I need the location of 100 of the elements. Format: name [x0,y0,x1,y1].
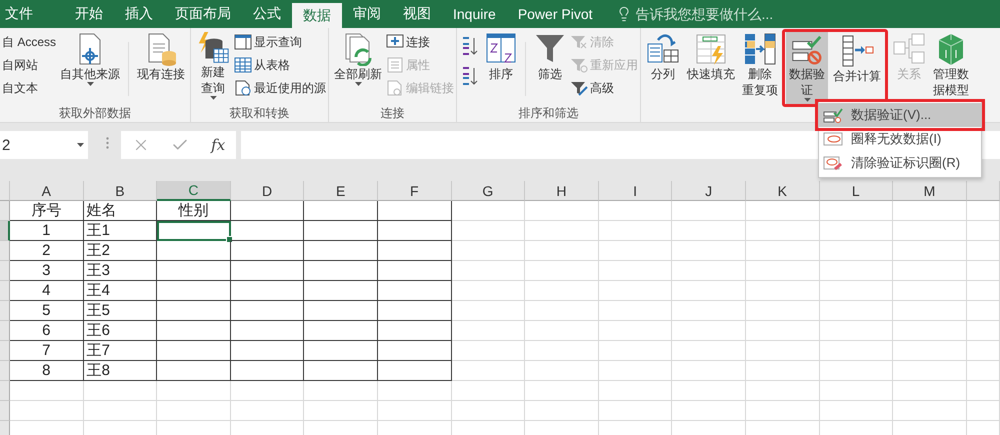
table-cell[interactable] [304,361,378,381]
table-cell[interactable]: 王2 [84,241,158,261]
ribbon-small-button[interactable]: 最近使用的源 [234,77,326,99]
column-header[interactable]: E [304,181,378,201]
table-cell[interactable] [304,261,378,281]
table-cell[interactable]: 王4 [84,281,158,301]
row-header[interactable] [0,321,10,341]
table-cell[interactable] [157,321,231,341]
table-cell[interactable] [304,341,378,361]
table-cell[interactable] [378,301,452,321]
ribbon-tab[interactable]: 公式 [242,0,292,28]
ribbon-small-button[interactable]: 高级 [570,77,638,99]
ribbon-small-button[interactable]: 自 Access [2,31,56,53]
ribbon-button[interactable]: 数据验 证 [786,32,828,104]
table-cell[interactable] [230,321,304,341]
column-header[interactable]: D [230,181,304,201]
ribbon-small-button[interactable]: 从表格 [234,54,326,76]
table-cell[interactable]: 4 [10,281,84,301]
menu-item[interactable]: 数据验证(V)... [819,103,981,127]
name-box-field[interactable]: 2 [0,131,88,159]
table-cell[interactable] [304,301,378,321]
table-cell[interactable] [378,341,452,361]
table-cell[interactable] [157,341,231,361]
name-box-input[interactable]: 2 [2,136,42,154]
row-header[interactable] [0,421,10,435]
table-cell[interactable]: 6 [10,321,84,341]
ribbon-tab[interactable]: 数据 [292,3,342,28]
ribbon-button[interactable]: 排序 [482,30,520,102]
table-cell[interactable]: 序号 [10,201,84,221]
row-header[interactable] [0,281,10,301]
table-cell[interactable] [230,361,304,381]
column-header[interactable]: J [672,181,746,201]
table-cell[interactable]: 5 [10,301,84,321]
table-cell[interactable] [230,341,304,361]
ribbon-button[interactable]: 分列 [643,30,684,102]
column-header[interactable]: I [598,181,672,201]
row-header[interactable] [0,261,10,281]
ribbon-button[interactable]: 删除 重复项 [739,30,782,102]
insert-function-button[interactable]: fx [211,136,226,154]
column-header[interactable]: G [452,181,526,201]
table-cell[interactable]: 王8 [84,361,158,381]
ribbon-button[interactable]: 管理数 据模型 [930,30,972,102]
ribbon-button[interactable]: 快速填充 [684,30,738,102]
table-cell[interactable]: 1 [10,221,84,241]
table-cell[interactable]: 王5 [84,301,158,321]
ribbon-tab[interactable]: Power Pivot [506,0,604,28]
ribbon-small-button[interactable]: 显示查询 [234,31,326,53]
row-header[interactable] [0,241,10,261]
menu-item[interactable]: 圈释无效数据(I) [819,127,981,151]
tell-me-field[interactable]: 告诉我您想要做什么... [636,6,806,22]
row-header[interactable] [0,361,10,381]
table-cell[interactable] [304,281,378,301]
table-cell[interactable] [157,361,231,381]
table-cell[interactable] [304,201,378,221]
column-header[interactable]: M [893,181,967,201]
table-cell[interactable] [304,321,378,341]
column-header[interactable]: F [378,181,452,201]
table-cell[interactable] [378,281,452,301]
table-cell[interactable] [157,281,231,301]
row-header[interactable] [0,401,10,421]
table-cell[interactable] [157,261,231,281]
ribbon-tab[interactable]: 页面布局 [164,0,242,28]
column-header[interactable]: C [157,181,231,201]
row-header[interactable] [0,201,10,221]
table-cell[interactable]: 王1 [84,221,158,241]
ribbon-button[interactable]: 合并计算 [830,32,884,104]
table-cell[interactable] [230,241,304,261]
table-cell[interactable] [378,321,452,341]
row-header[interactable] [0,341,10,361]
table-cell[interactable] [378,361,452,381]
table-cell[interactable] [304,221,378,241]
ribbon-button[interactable]: 新建 查询 [193,30,234,102]
table-cell[interactable] [378,201,452,221]
ribbon-tab[interactable]: 文件 [0,0,44,28]
ribbon-button[interactable]: 全部刷新 [331,30,386,102]
ribbon-small-button[interactable]: 连接 [386,31,454,53]
select-all-corner[interactable] [0,181,10,201]
table-cell[interactable] [157,301,231,321]
table-cell[interactable] [157,241,231,261]
ribbon-button[interactable]: 筛选 [531,30,570,102]
row-header[interactable] [0,381,10,401]
table-cell[interactable] [230,221,304,241]
ribbon-tab[interactable]: 开始 [64,0,114,28]
ribbon-tab[interactable]: Inquire [442,0,507,28]
column-header[interactable] [966,181,1000,201]
ribbon-tab[interactable]: 视图 [392,0,442,28]
table-cell[interactable] [230,201,304,221]
table-cell[interactable]: 姓名 [84,201,158,221]
table-cell[interactable]: 2 [10,241,84,261]
table-cell[interactable] [157,221,231,241]
table-cell[interactable] [378,261,452,281]
ribbon-button[interactable]: 自其他来源 [57,30,124,102]
table-cell[interactable]: 王7 [84,341,158,361]
table-cell[interactable]: 7 [10,341,84,361]
table-cell[interactable]: 王6 [84,321,158,341]
column-header[interactable]: H [525,181,599,201]
table-cell[interactable] [230,301,304,321]
table-cell[interactable] [304,241,378,261]
column-header[interactable]: A [10,181,84,201]
ribbon-small-button[interactable]: 自文本 [2,77,56,99]
